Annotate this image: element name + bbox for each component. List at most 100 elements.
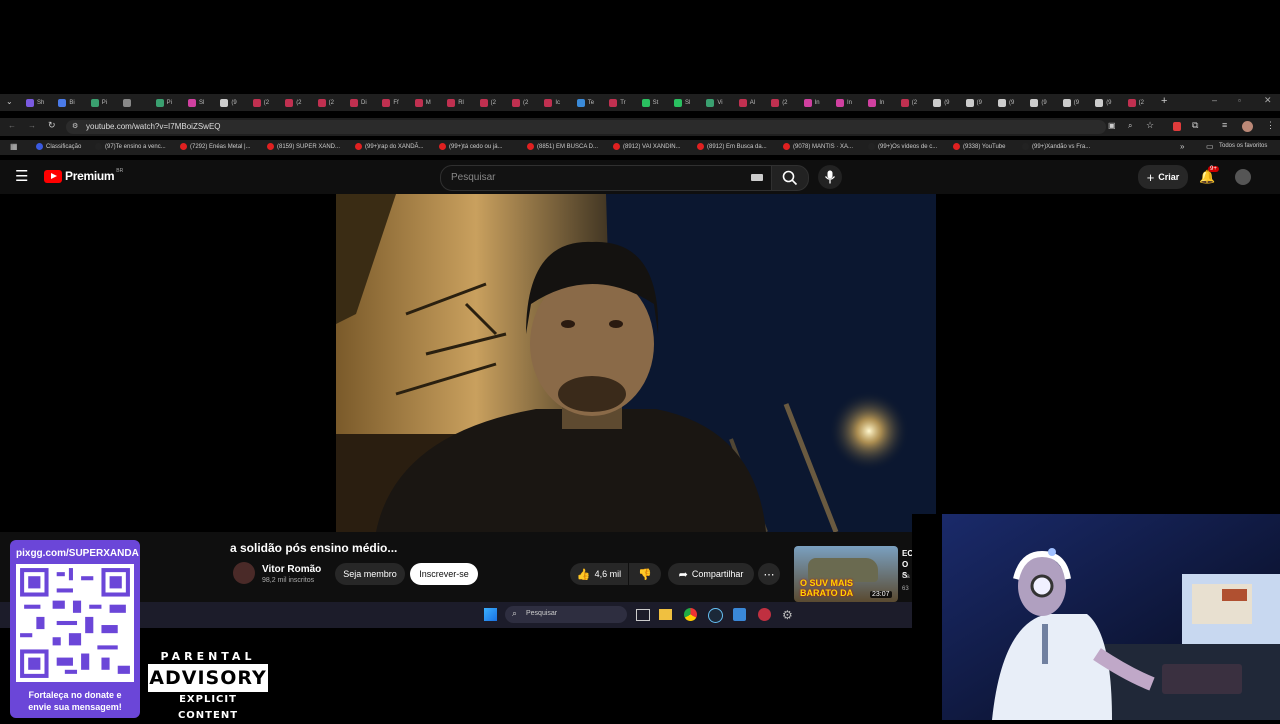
- browser-tab[interactable]: (9: [1030, 96, 1047, 109]
- bookmark-item[interactable]: (99+)rap do XANDÃ...: [355, 143, 424, 150]
- subscribe-label: Inscrever-se: [419, 569, 469, 579]
- reload-icon[interactable]: ↻: [48, 120, 56, 131]
- bookmark-item[interactable]: (8159) SUPER XAND...: [267, 143, 340, 150]
- bookmark-item[interactable]: (7292) Enéas Metal |...: [180, 143, 251, 150]
- voice-search-button[interactable]: [818, 165, 842, 189]
- profile-avatar[interactable]: [1242, 121, 1253, 132]
- browser-tab[interactable]: In: [836, 96, 852, 109]
- browser-tab[interactable]: (9: [965, 96, 982, 109]
- browser-tab[interactable]: [123, 96, 134, 109]
- browser-tab[interactable]: Al: [738, 96, 755, 109]
- browser-tab[interactable]: M: [414, 96, 431, 109]
- browser-tab[interactable]: In: [868, 96, 884, 109]
- browser-tab[interactable]: Vi: [706, 96, 723, 109]
- share-button[interactable]: ➦ Compartilhar: [668, 563, 754, 585]
- browser-tab[interactable]: Sh: [26, 96, 44, 109]
- extension-red-icon[interactable]: [1173, 122, 1181, 131]
- browser-tab[interactable]: Sl: [674, 96, 690, 109]
- minimize-icon[interactable]: –: [1212, 95, 1217, 105]
- youtube-logo[interactable]: Premium BR: [44, 168, 123, 183]
- new-tab-icon[interactable]: +: [1161, 95, 1167, 107]
- chrome-icon[interactable]: [684, 608, 697, 621]
- like-button[interactable]: 👍 4,6 mil: [570, 563, 628, 585]
- browser-tab[interactable]: In: [803, 96, 820, 109]
- close-window-icon[interactable]: ✕: [1264, 95, 1272, 106]
- join-button[interactable]: Seja membro: [335, 563, 405, 585]
- browser-tab[interactable]: (9: [220, 96, 237, 109]
- bookmark-item[interactable]: (99+)Xandão vs Fra...: [1022, 143, 1090, 150]
- back-icon[interactable]: ←: [8, 121, 16, 130]
- keyboard-icon[interactable]: [751, 174, 763, 181]
- tab-search-icon[interactable]: ⌄: [6, 97, 13, 106]
- bookmark-item[interactable]: (9338) YouTube: [953, 143, 1005, 150]
- browser-tab[interactable]: Ic: [544, 96, 560, 109]
- notifications-button[interactable]: 🔔 9+: [1199, 166, 1219, 186]
- browser-menu-icon[interactable]: ⋮: [1266, 120, 1275, 131]
- media-icon[interactable]: ≡: [1222, 120, 1227, 130]
- create-button[interactable]: + Criar: [1138, 165, 1188, 189]
- more-actions-button[interactable]: ⋯: [758, 563, 780, 585]
- search-button[interactable]: [771, 165, 809, 191]
- browser-tab[interactable]: (9: [998, 96, 1014, 109]
- hamburger-menu-icon[interactable]: ☰: [15, 167, 28, 185]
- browser-tab[interactable]: Ff: [382, 96, 399, 109]
- browser-tab[interactable]: Tr: [609, 96, 626, 109]
- subscribe-button[interactable]: Inscrever-se: [410, 563, 478, 585]
- more-bookmarks-icon[interactable]: »: [1180, 142, 1184, 151]
- apps-icon[interactable]: ▦: [10, 142, 18, 151]
- browser-tab[interactable]: Rl: [447, 96, 464, 109]
- browser-tab[interactable]: Pi: [155, 96, 172, 109]
- browser-tab[interactable]: Te: [576, 96, 594, 109]
- channel-avatar[interactable]: [233, 562, 255, 584]
- browser-tab[interactable]: Pi: [90, 96, 107, 109]
- bookmark-item[interactable]: (97)Te ensino a venc...: [95, 143, 166, 150]
- browser-tab[interactable]: (2: [317, 96, 334, 109]
- bookmark-item[interactable]: (99+)tá cedo ou já...: [439, 143, 503, 150]
- settings-icon[interactable]: ⚙: [782, 608, 793, 622]
- app-icon-2[interactable]: [758, 608, 771, 621]
- zoom-icon[interactable]: ⌕: [1128, 121, 1132, 131]
- browser-tab[interactable]: Bi: [58, 96, 75, 109]
- all-favorites-link[interactable]: Todos os favoritos: [1219, 143, 1267, 149]
- browser-tab[interactable]: (2: [252, 96, 269, 109]
- browser-tab[interactable]: (2: [1127, 96, 1144, 109]
- browser-tab[interactable]: (9: [933, 96, 950, 109]
- browser-tab[interactable]: (2: [479, 96, 496, 109]
- file-explorer-icon[interactable]: [659, 609, 672, 620]
- browser-tab[interactable]: St: [641, 96, 658, 109]
- browser-tab[interactable]: (2: [900, 96, 917, 109]
- dislike-button[interactable]: 👎: [629, 563, 661, 585]
- tab-favicon-icon: [58, 98, 67, 107]
- steam-icon[interactable]: [708, 608, 723, 623]
- bookmark-item[interactable]: (8912) Em Busca da...: [697, 143, 767, 150]
- browser-tab[interactable]: Sl: [188, 96, 204, 109]
- windows-start-icon[interactable]: [484, 608, 497, 621]
- taskbar-search-input[interactable]: ⌕ Pesquisar: [505, 606, 627, 623]
- video-player[interactable]: [336, 194, 936, 532]
- bookmark-item[interactable]: (99+)Os vídeos de c...: [868, 143, 937, 150]
- account-avatar[interactable]: [1235, 169, 1251, 185]
- bookmark-item[interactable]: (8912) VAI XANDIN...: [613, 143, 681, 150]
- recommended-thumbnail[interactable]: O SUV MAIS BARATO DA 23:07: [794, 546, 898, 602]
- forward-icon[interactable]: →: [28, 121, 36, 130]
- tab-label: (9: [1106, 99, 1112, 106]
- site-info-icon[interactable]: ⚙: [72, 122, 78, 130]
- browser-tab[interactable]: (2: [512, 96, 528, 109]
- maximize-icon[interactable]: ▫: [1238, 96, 1241, 105]
- browser-tab[interactable]: Di: [350, 96, 367, 109]
- browser-tab[interactable]: (9: [1095, 96, 1112, 109]
- browser-tab[interactable]: (2: [285, 96, 302, 109]
- bookmark-star-icon[interactable]: ☆: [1146, 120, 1154, 131]
- bookmark-item[interactable]: (9078) MANTIS · XA...: [783, 143, 853, 150]
- bookmark-item[interactable]: Classificação: [36, 143, 81, 150]
- browser-tab[interactable]: (2: [771, 96, 788, 109]
- task-view-icon[interactable]: [636, 609, 650, 621]
- app-icon[interactable]: [733, 608, 746, 621]
- browser-tab[interactable]: (9: [1062, 96, 1079, 109]
- extension-icon[interactable]: ⧉: [1192, 120, 1198, 131]
- channel-name[interactable]: Vitor Romão: [262, 564, 321, 575]
- search-input[interactable]: Pesquisar: [440, 165, 772, 191]
- bookmark-item[interactable]: (8851) EM BUSCA D...: [527, 143, 598, 150]
- install-icon[interactable]: ▣: [1108, 121, 1116, 130]
- address-bar[interactable]: ⚙ youtube.com/watch?v=I7MBoiZSwEQ ▣ ⌕ ☆: [66, 120, 1154, 134]
